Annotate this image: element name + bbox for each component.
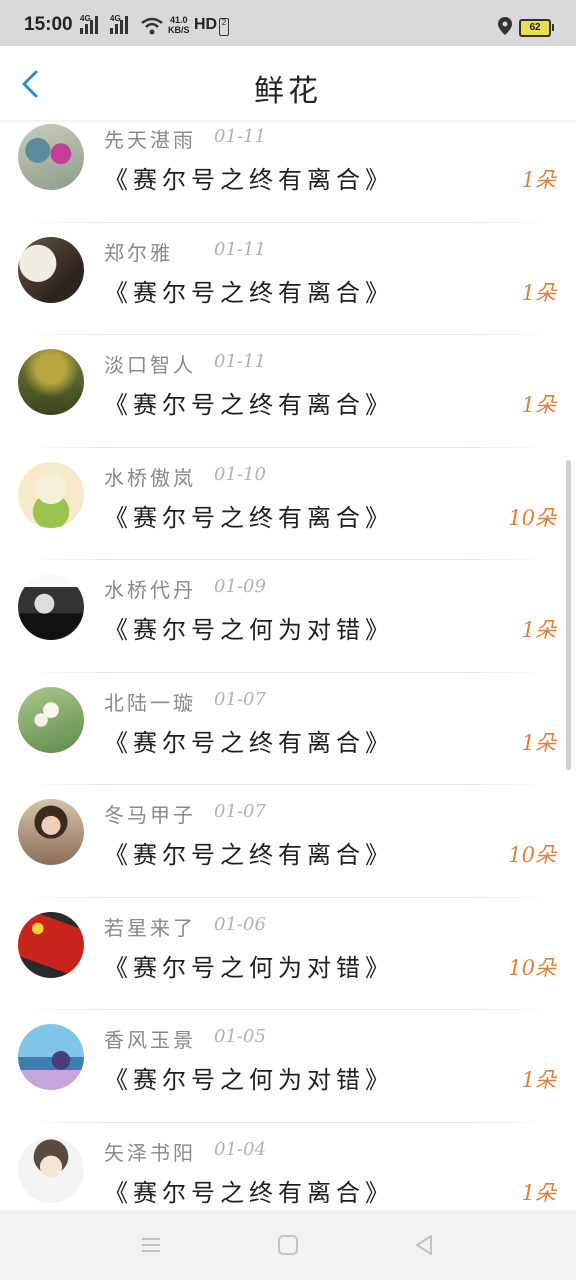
book-title: 《赛尔号之终有离合》 (104, 166, 394, 194)
avatar (18, 911, 84, 978)
gift-date: 01-09 (214, 576, 266, 597)
book-title: 《赛尔号之何为对错》 (104, 616, 394, 644)
location-icon (498, 17, 512, 35)
list-item[interactable]: 北陆一璇 01-07 《赛尔号之终有离合》 1朵 (0, 673, 576, 785)
list-item[interactable]: 冬马甲子 01-07 《赛尔号之终有离合》 10朵 (0, 785, 576, 898)
book-title: 《赛尔号之终有离合》 (104, 728, 394, 757)
status-time: 15:00 (24, 14, 73, 35)
home-square-icon[interactable] (275, 1232, 301, 1258)
list-item[interactable]: 水桥傲岚 01-10 《赛尔号之终有离合》 10朵 (0, 448, 576, 560)
sender-name: 北陆一璇 (104, 690, 196, 715)
flower-count: 1朵 (521, 393, 556, 417)
signal-icon: 4G (110, 14, 128, 34)
network-speed: 41.0 KB/S (168, 15, 190, 35)
flower-list: 先天湛雨 01-11 《赛尔号之终有离合》 1朵 郑尔雅 01-11 《赛尔号之… (0, 120, 576, 1210)
gift-date: 01-04 (214, 1138, 266, 1160)
avatar (18, 124, 84, 190)
list-item[interactable]: 香风玉景 01-05 《赛尔号之何为对错》 1朵 (0, 1010, 576, 1123)
sender-name: 郑尔雅 (104, 240, 173, 265)
sender-name: 香风玉景 (104, 1028, 196, 1052)
book-title: 《赛尔号之终有离合》 (104, 503, 394, 532)
book-title: 《赛尔号之终有离合》 (104, 278, 394, 307)
list-item[interactable]: 水桥代丹 01-09 《赛尔号之何为对错》 1朵 (0, 560, 576, 673)
list-item[interactable]: 若星来了 01-06 《赛尔号之何为对错》 10朵 (0, 898, 576, 1010)
header: 鲜花 (0, 46, 576, 120)
avatar (18, 236, 84, 303)
sender-name: 先天湛雨 (104, 128, 196, 152)
signal-icon: 4G (80, 14, 98, 34)
hd-sub-indicator: 2 (219, 18, 229, 36)
battery-icon: 62 (519, 19, 554, 37)
gift-date: 01-10 (214, 463, 266, 485)
flower-count: 1朵 (521, 1068, 556, 1092)
system-nav-bar (0, 1210, 576, 1280)
sender-name: 淡口智人 (104, 353, 196, 377)
avatar (18, 799, 84, 865)
gift-date: 01-06 (214, 913, 266, 935)
book-title: 《赛尔号之终有离合》 (104, 391, 394, 419)
sender-name: 水桥代丹 (104, 578, 196, 602)
flower-count: 1朵 (521, 618, 556, 642)
status-bar: 15:00 4G 4G 41.0 KB/S HD 2 62 (0, 0, 576, 46)
list-item[interactable]: 矢泽书阳 01-04 《赛尔号之终有离合》 1朵 (0, 1123, 576, 1211)
flower-count: 1朵 (521, 730, 556, 755)
gift-date: 01-11 (214, 351, 266, 372)
avatar (18, 1136, 84, 1203)
menu-icon[interactable] (138, 1232, 164, 1258)
scrollbar[interactable] (566, 460, 571, 770)
book-title: 《赛尔号之终有离合》 (104, 1178, 394, 1207)
avatar (18, 686, 84, 753)
gift-date: 01-05 (214, 1026, 266, 1047)
book-title: 《赛尔号之何为对错》 (104, 953, 394, 982)
flower-count: 1朵 (521, 168, 556, 192)
sender-name: 矢泽书阳 (104, 1140, 196, 1165)
flower-count: 1朵 (521, 280, 556, 305)
gift-date: 01-11 (214, 238, 266, 260)
avatar (18, 349, 84, 415)
wifi-icon (141, 17, 163, 35)
flower-count: 10朵 (508, 955, 556, 980)
page-title: 鲜花 (254, 74, 322, 109)
hd-indicator: HD (194, 16, 218, 33)
flower-count: 10朵 (508, 505, 556, 530)
sender-name: 若星来了 (104, 915, 196, 940)
gift-date: 01-11 (214, 126, 266, 147)
gift-date: 01-07 (214, 801, 266, 822)
list-item[interactable]: 郑尔雅 01-11 《赛尔号之终有离合》 1朵 (0, 223, 576, 335)
triangle-back-icon[interactable] (411, 1232, 437, 1258)
avatar (18, 574, 84, 640)
flower-count: 10朵 (508, 843, 556, 867)
book-title: 《赛尔号之何为对错》 (104, 1066, 394, 1094)
sender-name: 水桥傲岚 (104, 465, 196, 490)
avatar (18, 1024, 84, 1090)
sender-name: 冬马甲子 (104, 803, 196, 827)
list-item[interactable]: 先天湛雨 01-11 《赛尔号之终有离合》 1朵 (0, 120, 576, 223)
book-title: 《赛尔号之终有离合》 (104, 841, 394, 869)
list-item[interactable]: 淡口智人 01-11 《赛尔号之终有离合》 1朵 (0, 335, 576, 448)
gift-date: 01-07 (214, 688, 266, 710)
flower-count: 1朵 (521, 1180, 556, 1205)
avatar (18, 461, 84, 528)
